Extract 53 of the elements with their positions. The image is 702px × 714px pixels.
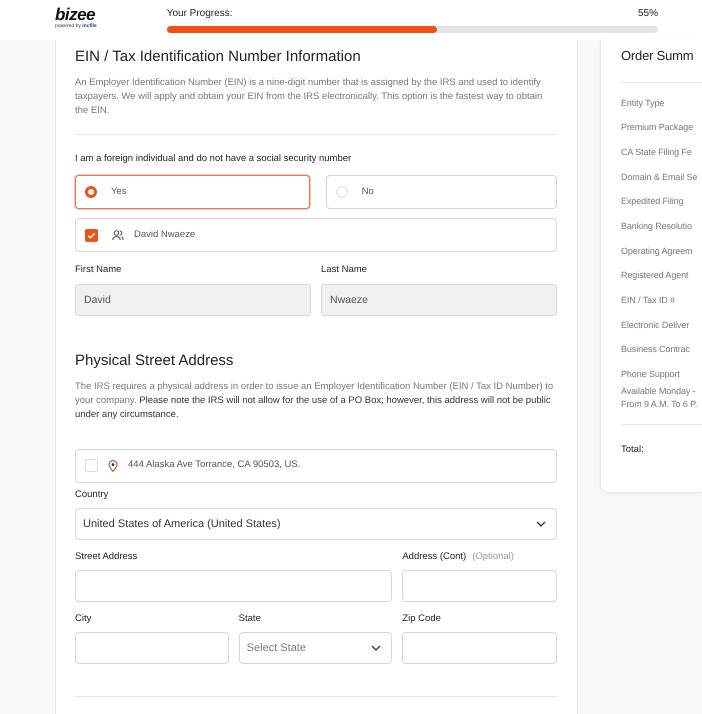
location-pin-icon bbox=[108, 460, 118, 472]
summary-item: Registered Agent bbox=[621, 270, 690, 280]
section-title: EIN / Tax Identification Number Information bbox=[75, 48, 362, 66]
text-field[interactable] bbox=[75, 632, 229, 664]
section-description: An Employer Identification Number (EIN) is a nine-digit number that is assigned by the IRS and used to identify taxpayers. We will apply and obtain your EIN from the IRS electronically. This option is the fastest way to obtain the EIN. bbox=[75, 76, 544, 118]
field-label: First Name bbox=[75, 263, 122, 278]
field-label: Street Address bbox=[75, 550, 138, 564]
summary-item: Expedited Filing bbox=[621, 196, 684, 206]
text-field[interactable] bbox=[75, 570, 392, 602]
progress-label: Your Progress: bbox=[166, 7, 232, 21]
summary-item: CA State Filing Fe bbox=[621, 146, 693, 157]
checkbox[interactable] bbox=[85, 228, 98, 242]
support-hours-text: Available Monday - From 9 A.M. To 6 P. bbox=[621, 384, 698, 411]
optional-hint: (Optional) bbox=[472, 550, 514, 562]
address-option[interactable]: 444 Alaska Ave Torrance, CA 90503, US. bbox=[75, 448, 557, 482]
summary-item: Premium Package bbox=[621, 122, 694, 132]
summary-item: Entity Type bbox=[621, 98, 666, 108]
field-label: Address (Cont) bbox=[402, 550, 466, 562]
chevron-down-icon bbox=[371, 645, 382, 652]
summary-item: Phone Support bbox=[621, 369, 681, 380]
summary-item: Banking Resolutio bbox=[621, 221, 693, 232]
field-label: State bbox=[238, 612, 262, 626]
summary-item: EIN / Tax ID # bbox=[621, 295, 676, 306]
option-label: Yes bbox=[111, 185, 126, 200]
radio-option[interactable]: Yes bbox=[75, 175, 310, 210]
option-label: David Nwaeze bbox=[134, 228, 196, 242]
section-description: The IRS requires a physical address in order to issue an Employer Identification Number (EIN / Tax ID Number) to your company. Please note the IRS will not allow for the use of a PO Box; however, this address will not be public under any circumstance. bbox=[75, 380, 554, 422]
text-field[interactable] bbox=[402, 570, 557, 602]
radio-icon bbox=[336, 186, 348, 198]
progress-percent: 55% bbox=[638, 7, 658, 21]
summary-item: Business Contrac bbox=[621, 344, 691, 354]
logo-wordmark[interactable]: bizee bbox=[55, 6, 97, 23]
field-label: City bbox=[75, 612, 92, 626]
field-label: Zip Code bbox=[402, 612, 442, 626]
chevron-down-icon bbox=[536, 520, 546, 527]
radio-option[interactable]: No bbox=[326, 175, 557, 210]
total-label: Total: bbox=[621, 442, 645, 457]
field-label: Country bbox=[75, 488, 110, 502]
question-text: I am a foreign individual and do not have a social security number bbox=[75, 152, 352, 166]
address-text: 444 Alaska Ave Torrance, CA 90503, US. bbox=[128, 458, 300, 472]
field-label: Last Name bbox=[321, 263, 368, 278]
select-field[interactable]: Select State bbox=[238, 632, 392, 664]
summary-item: Operating Agreem bbox=[621, 246, 694, 256]
person-option[interactable]: David Nwaeze bbox=[75, 218, 557, 252]
panel-title: Order Summ bbox=[621, 48, 694, 64]
summary-item: Electronic Deliver bbox=[621, 320, 690, 330]
text-field[interactable] bbox=[402, 632, 558, 664]
option-label: No bbox=[362, 185, 374, 200]
select-field[interactable]: United States of America (United States) bbox=[75, 508, 557, 540]
section-title: Physical Street Address bbox=[75, 352, 234, 370]
summary-item: Domain & Email Se bbox=[621, 172, 698, 182]
people-icon bbox=[112, 230, 124, 241]
radio-icon bbox=[85, 186, 97, 198]
